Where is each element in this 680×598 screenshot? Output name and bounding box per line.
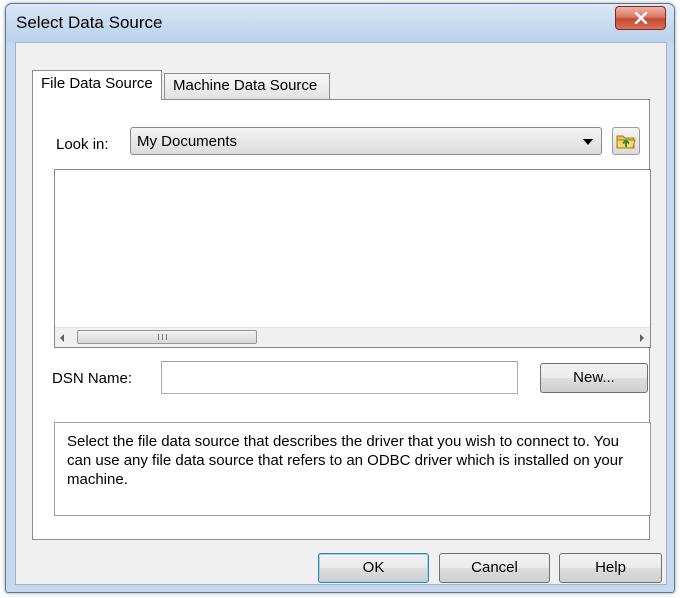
look-in-value: My Documents [137,133,238,150]
grip-icon [158,334,167,340]
title-bar: Select Data Source [6,4,674,42]
tab-machine-data-source[interactable]: Machine Data Source [164,73,330,99]
new-button[interactable]: New... [540,363,648,393]
dsn-name-label: DSN Name: [52,370,133,387]
ok-button[interactable]: OK [318,553,429,583]
up-folder-button[interactable] [612,127,640,155]
look-in-label: Look in: [56,136,109,153]
help-button[interactable]: Help [559,553,662,583]
horizontal-scrollbar[interactable] [55,327,650,347]
dialog-window: Select Data Source File Data Source Mach… [5,3,675,593]
close-button[interactable] [615,6,666,30]
look-in-dropdown[interactable]: My Documents [130,127,602,155]
description-box: Select the file data source that describ… [54,422,651,516]
cancel-button[interactable]: Cancel [439,553,550,583]
scrollbar-thumb[interactable] [77,330,257,344]
scroll-left-icon[interactable] [60,334,64,342]
dialog-title: Select Data Source [16,13,163,32]
tab-file-data-source[interactable]: File Data Source [32,70,162,100]
scroll-right-icon[interactable] [640,334,644,342]
file-list[interactable] [54,169,651,348]
chevron-down-icon [583,139,593,145]
dialog-client-area: File Data Source Machine Data Source Loo… [15,42,667,585]
close-icon [634,12,647,24]
up-folder-icon [616,135,636,149]
dsn-name-input[interactable] [161,361,518,394]
